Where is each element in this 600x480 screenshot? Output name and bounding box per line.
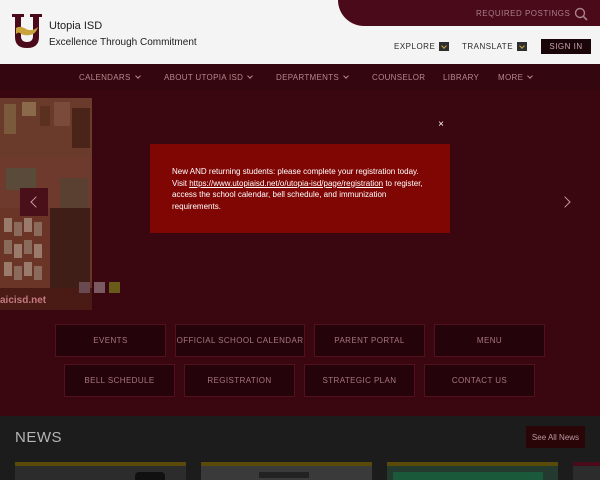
quick-link-registration[interactable]: REGISTRATION [184,364,295,397]
sign-in-button[interactable]: SIGN IN [541,39,591,54]
nav-item-counselor[interactable]: COUNSELOR [372,73,425,82]
main-nav: CALENDARS ABOUT UTOPIA ISD DEPARTMENTS C… [0,64,600,90]
site-tagline: Excellence Through Commitment [49,37,197,48]
translate-label: TRANSLATE [462,42,514,51]
nav-item-more[interactable]: MORE [498,73,534,82]
quick-link-bell-schedule[interactable]: BELL SCHEDULE [64,364,175,397]
slide-prev-button[interactable] [20,188,48,216]
chevron-down-icon [527,73,534,79]
nav-item-label: MORE [498,73,524,82]
nav-item-departments[interactable]: DEPARTMENTS [276,73,349,82]
nav-item-label: ABOUT UTOPIA ISD [164,73,244,82]
news-card-image [15,466,186,480]
required-postings-link[interactable]: REQUIRED POSTINGS [476,9,570,18]
nav-item-label: CALENDARS [79,73,131,82]
news-card-image [201,466,372,480]
close-icon[interactable]: × [436,119,446,131]
quick-link-events[interactable]: EVENTS [55,324,166,357]
news-card-image [387,466,558,480]
nav-item-label: DEPARTMENTS [276,73,340,82]
arrow-right-icon [559,196,571,208]
chevron-down-icon [439,42,450,51]
slide-next-button[interactable] [559,193,574,211]
explore-label: EXPLORE [394,42,436,51]
nav-item-label: COUNSELOR [372,73,426,82]
registration-link[interactable]: https://www.utopiaisd.net/o/utopia-isd/p… [189,179,383,188]
chevron-down-icon [247,73,254,79]
news-card[interactable] [15,462,186,480]
nav-item-about[interactable]: ABOUT UTOPIA ISD [164,73,254,82]
explore-button[interactable]: EXPLORE [394,42,450,51]
news-card[interactable] [201,462,372,480]
quick-link-contact-us[interactable]: CONTACT US [424,364,535,397]
news-card-image [573,466,600,480]
see-all-news-button[interactable]: See All News [526,426,585,448]
slide-dot[interactable] [79,282,90,293]
search-icon[interactable] [574,7,588,21]
chevron-down-icon [517,42,528,51]
quick-links: EVENTS OFFICIAL SCHOOL CALENDAR PARENT P… [0,312,600,416]
nav-item-label: LIBRARY [443,73,480,82]
nav-item-library[interactable]: LIBRARY [443,73,479,82]
quick-link-parent-portal[interactable]: PARENT PORTAL [314,324,425,357]
arrow-left-icon [30,196,42,208]
nav-item-calendars[interactable]: CALENDARS [79,73,141,82]
site-header: Utopia ISD Excellence Through Commitment… [0,0,600,64]
quick-link-strategic-plan[interactable]: STRATEGIC PLAN [304,364,415,397]
slide-dot[interactable] [94,282,105,293]
slide-dot-active[interactable] [109,282,120,293]
site-name[interactable]: Utopia ISD [49,20,102,32]
slide-caption: aicisd.net [0,295,47,306]
alert-message: New AND returning students: please compl… [172,166,428,212]
news-heading: NEWS [15,429,62,446]
chevron-down-icon [343,73,349,79]
quick-link-official-school-calendar[interactable]: OFFICIAL SCHOOL CALENDAR [175,324,305,357]
news-card[interactable] [387,462,558,480]
registration-alert: New AND returning students: please compl… [150,144,450,233]
logo-u-icon[interactable] [10,12,44,50]
chevron-down-icon [134,73,141,79]
news-card[interactable] [573,462,600,480]
translate-button[interactable]: TRANSLATE [462,42,528,51]
quick-link-menu[interactable]: MENU [434,324,545,357]
